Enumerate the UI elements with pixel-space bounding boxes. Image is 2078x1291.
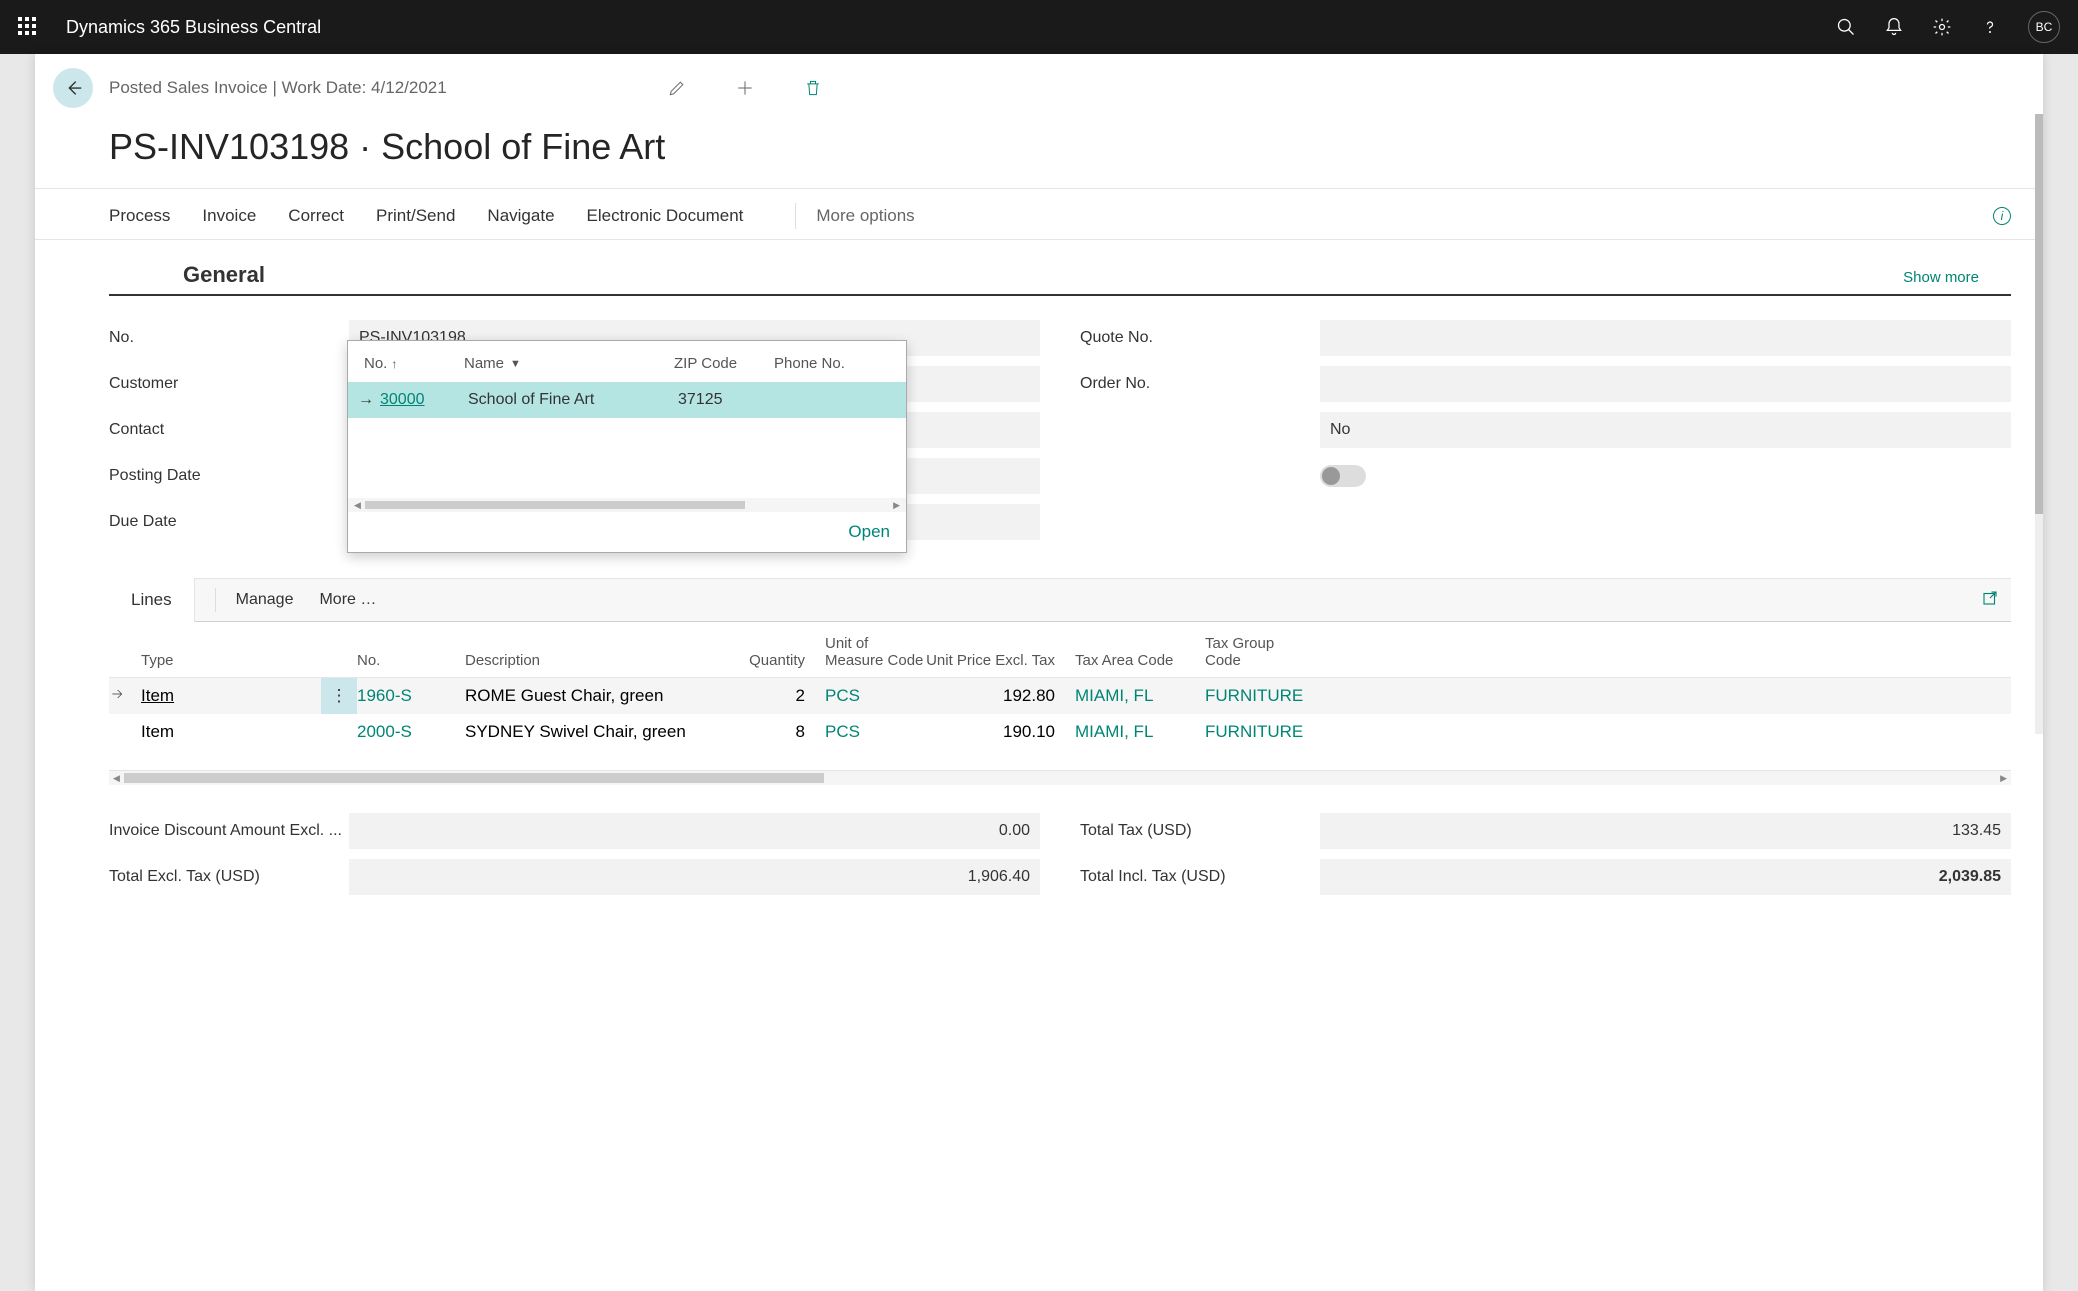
lines-more-options[interactable]: More options (319, 591, 379, 609)
label-contact: Contact (109, 421, 349, 439)
label-total-excl: Total Excl. Tax (USD) (109, 868, 349, 886)
toggle-switch[interactable] (1320, 465, 1366, 487)
field-discount: 0.00 (349, 813, 1040, 849)
app-launcher-icon[interactable] (18, 17, 38, 37)
label-toggle (1080, 467, 1320, 485)
field-total-tax: 133.45 (1320, 813, 2011, 849)
col-taxarea[interactable]: Tax Area Code (1055, 652, 1185, 669)
search-icon[interactable] (1836, 17, 1856, 37)
field-total-incl: 2,039.85 (1320, 859, 2011, 895)
user-avatar[interactable]: BC (2028, 11, 2060, 43)
table-row[interactable]: Item 2000-S SYDNEY Swivel Chair, green 8… (109, 714, 2011, 750)
cell-qty: 2 (725, 686, 805, 706)
cell-type[interactable]: Item (141, 686, 321, 706)
new-icon[interactable] (735, 78, 755, 98)
tab-invoice[interactable]: Invoice (202, 206, 274, 226)
cell-type[interactable]: Item (141, 722, 321, 742)
lines-h-scrollbar[interactable]: ◀▶ (109, 771, 2011, 785)
label-total-tax: Total Tax (USD) (1080, 822, 1320, 840)
customer-lookup-popup: No. ↑ Name ▼ ZIP Code Phone No. → 30000 … (347, 340, 907, 553)
lookup-open-button[interactable]: Open (848, 522, 890, 542)
lookup-col-no[interactable]: No. ↑ (364, 355, 464, 372)
cell-taxgrp[interactable]: FURNITURE (1185, 722, 1295, 742)
cell-desc: SYDNEY Swivel Chair, green (465, 722, 725, 742)
delete-icon[interactable] (803, 78, 823, 98)
cell-price: 190.10 (925, 722, 1055, 742)
lookup-row-no[interactable]: 30000 (380, 391, 468, 409)
notifications-icon[interactable] (1884, 17, 1904, 37)
tab-process[interactable]: Process (109, 206, 188, 226)
settings-icon[interactable] (1932, 17, 1952, 37)
section-general-title: General (183, 262, 265, 288)
cell-taxarea[interactable]: MIAMI, FL (1055, 686, 1185, 706)
tab-edoc[interactable]: Electronic Document (587, 206, 762, 226)
table-row[interactable]: Item ⋮ 1960-S ROME Guest Chair, green 2 … (109, 678, 2011, 714)
label-discount: Invoice Discount Amount Excl. ... (109, 822, 349, 840)
col-no[interactable]: No. (357, 652, 465, 669)
col-uom[interactable]: Unit of Measure Code (805, 635, 925, 669)
label-order-no: Order No. (1080, 375, 1320, 393)
lookup-h-scrollbar[interactable]: ◀▶ (348, 498, 906, 512)
tab-navigate[interactable]: Navigate (487, 206, 572, 226)
cell-no[interactable]: 1960-S (357, 686, 465, 706)
info-icon[interactable]: i (1993, 207, 2011, 225)
lines-header: Lines Manage More options (109, 578, 2011, 622)
cell-uom[interactable]: PCS (805, 686, 925, 706)
label-closed (1080, 421, 1320, 439)
tab-correct[interactable]: Correct (288, 206, 362, 226)
action-bar: Process Invoice Correct Print/Send Navig… (35, 188, 2043, 240)
help-icon[interactable] (1980, 17, 2000, 37)
col-type[interactable]: Type (141, 652, 321, 669)
lines-manage[interactable]: Manage (236, 591, 294, 609)
field-order-no[interactable] (1320, 366, 2011, 402)
lookup-col-phone[interactable]: Phone No. (774, 355, 890, 372)
cell-taxgrp[interactable]: FURNITURE (1185, 686, 1295, 706)
cell-uom[interactable]: PCS (805, 722, 925, 742)
page-title: PS-INV103198 · School of Fine Art (35, 118, 2043, 188)
lines-popout-icon[interactable] (1981, 589, 1999, 607)
label-due-date: Due Date (109, 513, 349, 531)
row-menu-icon[interactable]: ⋮ (321, 678, 357, 714)
col-desc[interactable]: Description (465, 652, 725, 669)
cell-desc: ROME Guest Chair, green (465, 686, 725, 706)
lines-tab[interactable]: Lines (109, 578, 195, 622)
field-quote-no[interactable] (1320, 320, 2011, 356)
filter-icon[interactable]: ▼ (510, 358, 521, 370)
tab-printsend[interactable]: Print/Send (376, 206, 473, 226)
cell-price: 192.80 (925, 686, 1055, 706)
lookup-row[interactable]: → 30000 School of Fine Art 37125 (348, 382, 906, 418)
label-no: No. (109, 329, 349, 347)
back-button[interactable] (53, 68, 93, 108)
show-more-link[interactable]: Show more (1903, 269, 1979, 286)
app-title: Dynamics 365 Business Central (66, 17, 1836, 38)
label-quote-no: Quote No. (1080, 329, 1320, 347)
col-taxgrp[interactable]: Tax Group Code (1185, 635, 1295, 669)
breadcrumb: Posted Sales Invoice | Work Date: 4/12/2… (109, 78, 447, 98)
row-indicator-icon: → (358, 391, 380, 409)
row-indicator-icon (109, 686, 141, 707)
field-total-excl: 1,906.40 (349, 859, 1040, 895)
lines-columns: Type No. Description Quantity Unit of Me… (109, 622, 2011, 678)
edit-icon[interactable] (667, 78, 687, 98)
lookup-row-name: School of Fine Art (468, 391, 678, 409)
cell-no[interactable]: 2000-S (357, 722, 465, 742)
cell-taxarea[interactable]: MIAMI, FL (1055, 722, 1185, 742)
cell-qty: 8 (725, 722, 805, 742)
top-bar: Dynamics 365 Business Central BC (0, 0, 2078, 54)
col-qty[interactable]: Quantity (725, 652, 805, 669)
field-closed[interactable]: No (1320, 412, 2011, 448)
lookup-row-zip: 37125 (678, 391, 778, 409)
lookup-col-zip[interactable]: ZIP Code (674, 355, 774, 372)
page-card: Posted Sales Invoice | Work Date: 4/12/2… (35, 54, 2043, 1291)
col-price[interactable]: Unit Price Excl. Tax (925, 652, 1055, 669)
lookup-col-name[interactable]: Name ▼ (464, 355, 674, 372)
label-total-incl: Total Incl. Tax (USD) (1080, 868, 1320, 886)
label-customer: Customer (109, 375, 349, 393)
more-options[interactable]: More options (816, 206, 914, 226)
label-posting-date: Posting Date (109, 467, 349, 485)
sort-asc-icon: ↑ (391, 357, 397, 371)
